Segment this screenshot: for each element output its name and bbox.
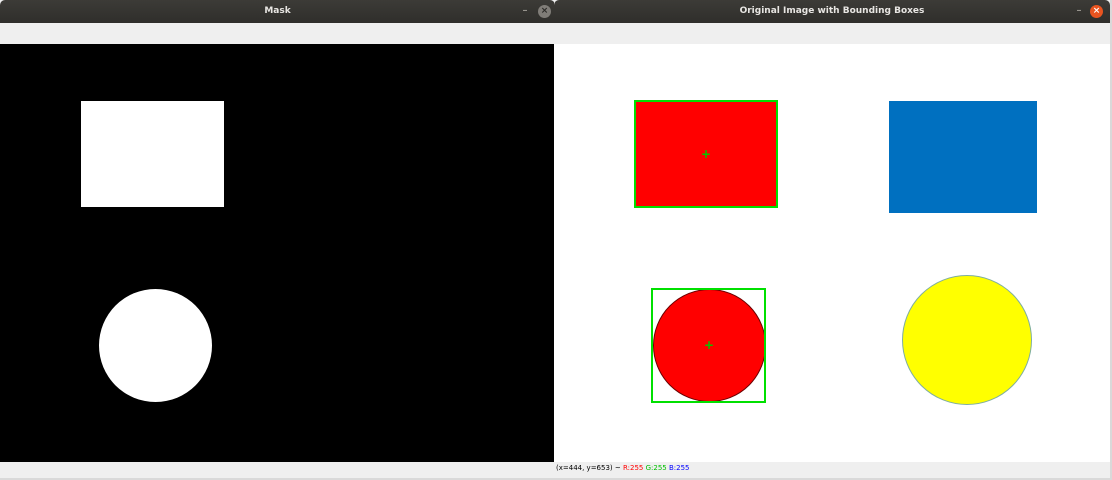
status-g-value: G:255 — [645, 464, 667, 472]
minimize-icon[interactable]: – — [518, 4, 532, 18]
blue-rectangle — [889, 101, 1037, 213]
minimize-icon[interactable]: – — [1072, 4, 1086, 18]
status-coords: (x=444, y=653) ~ — [556, 464, 621, 472]
original-statusbar: (x=444, y=653) ~ R:255 G:255 B:255 — [554, 462, 1110, 478]
mask-canvas[interactable] — [0, 44, 554, 462]
original-window: Original Image with Bounding Boxes – × +… — [554, 0, 1110, 478]
mask-window-title: Mask — [264, 6, 291, 16]
mask-titlebar[interactable]: Mask – × — [0, 0, 555, 23]
original-titlebar[interactable]: Original Image with Bounding Boxes – × — [554, 0, 1110, 23]
status-r-value: R:255 — [622, 464, 644, 472]
plus-icon: + — [700, 147, 712, 161]
mask-white-rectangle — [81, 101, 224, 207]
mask-window: Mask – × — [0, 0, 555, 478]
yellow-circle — [902, 275, 1032, 405]
plus-icon: + — [703, 338, 715, 352]
original-toolbar — [554, 23, 1110, 44]
mask-toolbar — [0, 23, 555, 44]
mask-white-circle — [99, 289, 212, 402]
close-icon[interactable]: × — [538, 5, 551, 18]
original-canvas[interactable]: + + — [554, 44, 1110, 462]
mask-statusbar — [0, 462, 555, 478]
status-b-value: B:255 — [668, 464, 690, 472]
original-window-title: Original Image with Bounding Boxes — [739, 6, 925, 16]
close-icon[interactable]: × — [1090, 5, 1103, 18]
